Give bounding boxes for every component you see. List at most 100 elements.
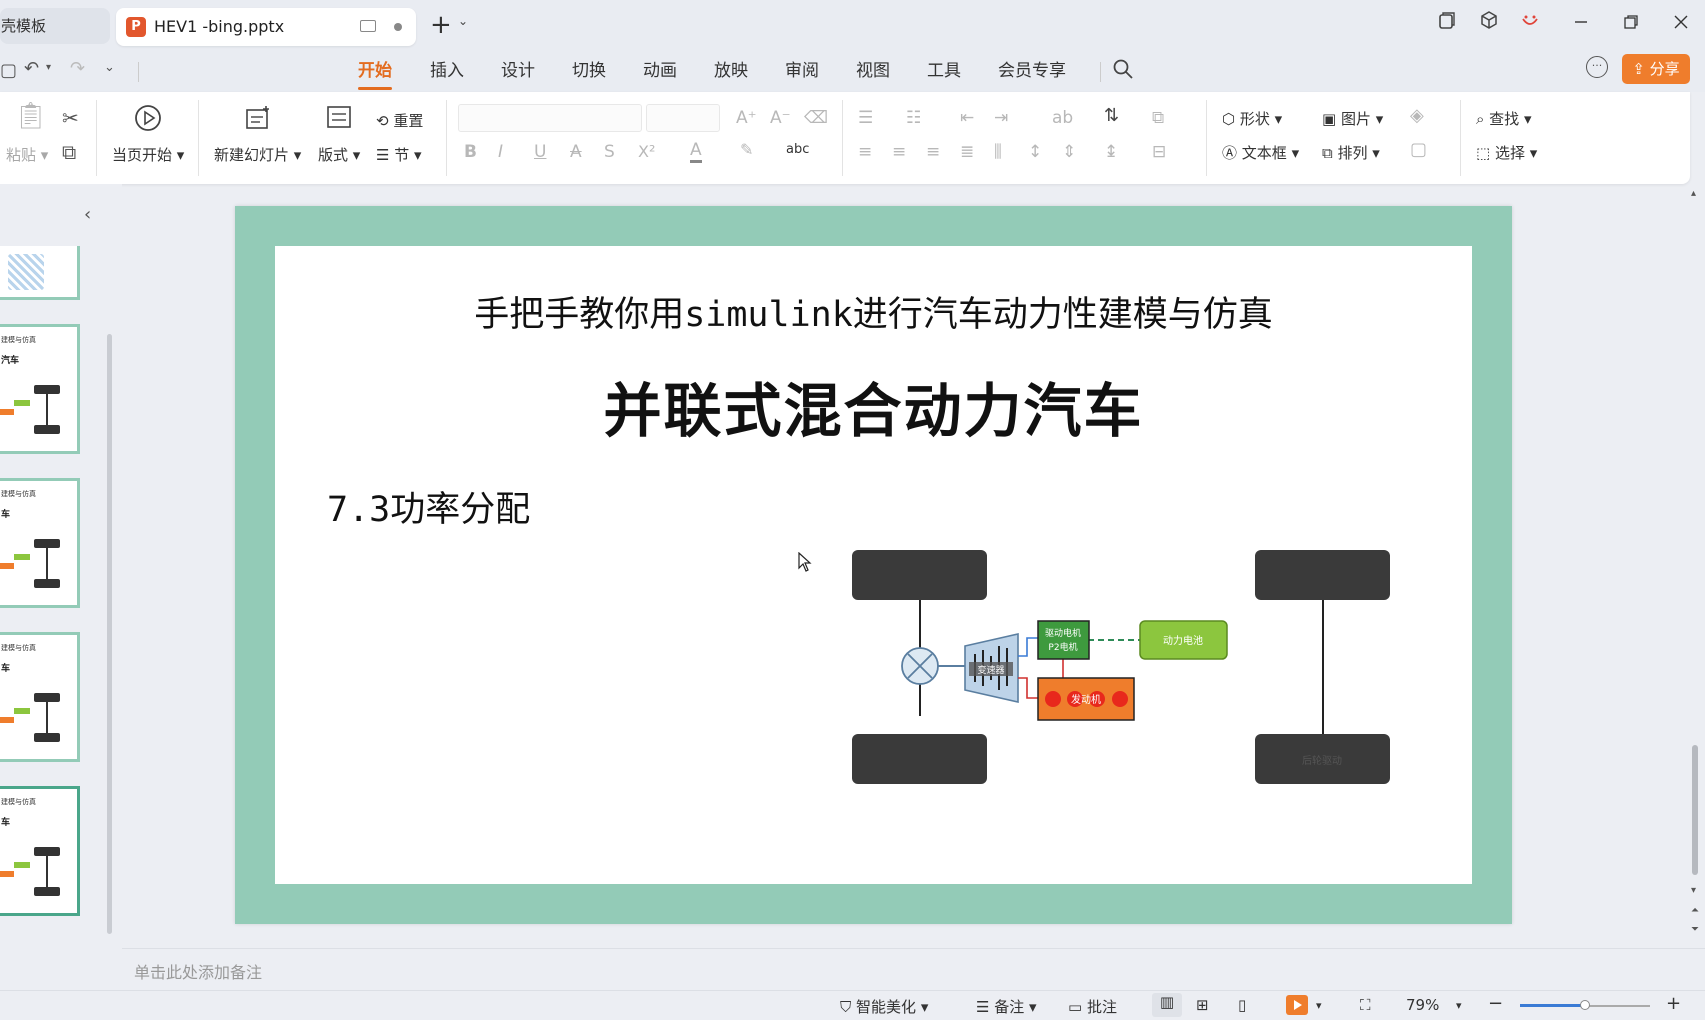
new-slide-button[interactable]: 新建幻灯片 ▾ bbox=[214, 144, 301, 165]
align-right-icon[interactable]: ≡ bbox=[926, 142, 940, 162]
comment-button[interactable]: ▭ 批注 bbox=[1068, 996, 1117, 1017]
menu-animation[interactable]: 动画 bbox=[643, 58, 677, 84]
scroll-up-icon[interactable]: ▴ bbox=[1691, 188, 1696, 199]
fit-window-icon[interactable]: ⛶ bbox=[1360, 996, 1371, 1014]
search-icon[interactable] bbox=[1112, 58, 1134, 84]
menu-review[interactable]: 审阅 bbox=[785, 58, 819, 84]
distribute-icon[interactable]: ⫼ bbox=[994, 142, 1002, 162]
slide-thumbnail[interactable] bbox=[0, 246, 80, 300]
share-button[interactable]: ⇪ 分享 bbox=[1622, 54, 1690, 84]
arrange-button[interactable]: ⧉ 排列 ▾ bbox=[1322, 142, 1380, 163]
cloud-sync-icon[interactable]: ··· bbox=[1586, 56, 1608, 78]
slide-sorter-icon[interactable]: ⊞ bbox=[1196, 996, 1209, 1014]
menu-view[interactable]: 视图 bbox=[856, 58, 890, 84]
outline-color-icon[interactable]: ▢ bbox=[1410, 140, 1427, 160]
highlight-icon[interactable]: ✎ bbox=[740, 140, 753, 160]
zoom-dropdown-icon[interactable]: ▾ bbox=[1456, 999, 1462, 1012]
layout-button[interactable]: 版式 ▾ bbox=[318, 144, 360, 165]
decrease-indent-icon[interactable]: ⇤ bbox=[960, 108, 974, 128]
menu-insert[interactable]: 插入 bbox=[430, 58, 464, 84]
pinyin-icon[interactable]: abc bbox=[786, 140, 809, 160]
member-avatar-icon[interactable] bbox=[1515, 10, 1545, 40]
reading-view-icon[interactable]: ▯ bbox=[1238, 996, 1246, 1014]
line-spacing-icon[interactable]: ↕ bbox=[1028, 142, 1042, 162]
align-left-icon[interactable]: ≡ bbox=[858, 142, 872, 162]
normal-view-icon[interactable]: ▥ bbox=[1152, 993, 1182, 1017]
text-align-icon[interactable]: ⊟ bbox=[1152, 142, 1166, 162]
column-spacing-icon[interactable]: ↨ bbox=[1104, 142, 1118, 162]
bullets-icon[interactable]: ☰ bbox=[858, 108, 873, 128]
sort-icon[interactable]: ⇅ bbox=[1104, 106, 1119, 126]
bold-icon[interactable]: B bbox=[464, 142, 477, 162]
new-tab-icon[interactable]: + bbox=[430, 10, 452, 40]
picture-button[interactable]: ▣ 图片 ▾ bbox=[1322, 108, 1383, 129]
close-icon[interactable] bbox=[1666, 10, 1696, 40]
align-center-icon[interactable]: ≡ bbox=[892, 142, 906, 162]
layout-icon[interactable] bbox=[326, 104, 352, 134]
next-slide-icon[interactable]: ⏷ bbox=[1691, 924, 1699, 935]
section-button[interactable]: ☰ 节 ▾ bbox=[376, 144, 422, 165]
powertrain-diagram[interactable]: 后轮驱动 变速器 驱动电机 P2电机 动力电池 发动机 bbox=[275, 246, 1472, 884]
slide-thumbnail-selected[interactable]: 建模与仿真 车 bbox=[0, 786, 80, 916]
find-button[interactable]: ⌕ 查找 ▾ bbox=[1476, 108, 1532, 129]
grow-font-icon[interactable]: A⁺ bbox=[736, 108, 757, 128]
slide-thumbnail[interactable]: 建模与仿真 车 bbox=[0, 632, 80, 762]
justify-icon[interactable]: ≣ bbox=[960, 142, 974, 162]
slide-thumbnail[interactable]: 建模与仿真 车 bbox=[0, 478, 80, 608]
play-from-current-icon[interactable] bbox=[134, 104, 162, 136]
paragraph-spacing-icon[interactable]: ⇕ bbox=[1062, 142, 1076, 162]
strikethrough-icon[interactable]: A bbox=[570, 142, 582, 162]
paste-button[interactable]: 粘贴 ▾ bbox=[6, 144, 48, 165]
slide-canvas[interactable]: 手把手教你用simulink进行汽车动力性建模与仿真 并联式混合动力汽车 7.3… bbox=[235, 206, 1512, 924]
menu-slideshow[interactable]: 放映 bbox=[714, 58, 748, 84]
notes-pane[interactable]: 单击此处添加备注 bbox=[122, 948, 1705, 990]
slideshow-dropdown-icon[interactable]: ▾ bbox=[1316, 999, 1322, 1012]
scroll-down-icon[interactable]: ▾ bbox=[1691, 885, 1696, 896]
tab-hev1-pptx[interactable]: P HEV1 -bing.pptx bbox=[116, 8, 416, 46]
prev-slide-icon[interactable]: ⏶ bbox=[1691, 905, 1699, 916]
paste-icon[interactable]: 📋︎ bbox=[14, 103, 47, 129]
reset-button[interactable]: ⟲ 重置 bbox=[376, 110, 423, 131]
monitor-icon[interactable] bbox=[360, 20, 376, 32]
font-color-icon[interactable]: A bbox=[690, 140, 702, 163]
window-layout-icon[interactable] bbox=[1432, 10, 1462, 40]
slideshow-play-icon[interactable] bbox=[1286, 995, 1308, 1015]
font-family-select[interactable] bbox=[458, 104, 642, 132]
increase-indent-icon[interactable]: ⇥ bbox=[994, 108, 1008, 128]
convert-smartart-icon[interactable]: ⧉ bbox=[1152, 108, 1164, 128]
underline-icon[interactable]: U bbox=[534, 142, 546, 162]
menu-transition[interactable]: 切换 bbox=[572, 58, 606, 84]
superscript-icon[interactable]: X² bbox=[638, 142, 655, 162]
menu-home[interactable]: 开始 bbox=[358, 58, 392, 90]
collapse-panel-icon[interactable]: ‹ bbox=[84, 204, 91, 225]
zoom-out-icon[interactable]: − bbox=[1488, 993, 1503, 1014]
zoom-level[interactable]: 79% bbox=[1406, 996, 1439, 1014]
menu-tools[interactable]: 工具 bbox=[927, 58, 961, 84]
slide-scrollbar[interactable] bbox=[1692, 745, 1698, 875]
shape-button[interactable]: ⬡ 形状 ▾ bbox=[1222, 108, 1282, 129]
play-from-current-button[interactable]: 当页开始 ▾ bbox=[112, 144, 184, 165]
slide-thumbnail[interactable]: 建模与仿真 汽车 bbox=[0, 324, 80, 454]
text-direction-icon[interactable]: ab bbox=[1052, 108, 1073, 128]
save-icon[interactable]: ▢ bbox=[0, 60, 17, 81]
zoom-in-icon[interactable]: + bbox=[1666, 993, 1681, 1014]
numbering-icon[interactable]: ☷ bbox=[906, 108, 921, 128]
format-painter-icon[interactable]: ⧉ bbox=[62, 142, 76, 162]
customize-chevron-icon[interactable]: ⌄ bbox=[104, 60, 115, 75]
redo-icon[interactable]: ↷ bbox=[70, 58, 85, 79]
select-button[interactable]: ⬚ 选择 ▾ bbox=[1476, 142, 1537, 163]
minimize-icon[interactable] bbox=[1566, 10, 1596, 40]
shadow-icon[interactable]: S bbox=[604, 142, 615, 162]
shrink-font-icon[interactable]: A⁻ bbox=[770, 108, 791, 128]
undo-dropdown-icon[interactable]: ▾ bbox=[46, 62, 51, 73]
cut-icon[interactable]: ✂ bbox=[62, 108, 79, 128]
restore-icon[interactable] bbox=[1616, 10, 1646, 40]
undo-icon[interactable]: ↶ bbox=[24, 58, 39, 79]
tab-docer-templates[interactable]: 稻壳模板 bbox=[0, 8, 110, 44]
smart-beautify-button[interactable]: ⛉ 智能美化 ▾ bbox=[840, 996, 928, 1017]
zoom-slider-handle[interactable] bbox=[1580, 1000, 1590, 1010]
menu-design[interactable]: 设计 bbox=[501, 58, 535, 84]
font-size-select[interactable] bbox=[646, 104, 720, 132]
menu-member[interactable]: 会员专享 bbox=[998, 58, 1066, 84]
cube-icon[interactable] bbox=[1474, 10, 1504, 40]
